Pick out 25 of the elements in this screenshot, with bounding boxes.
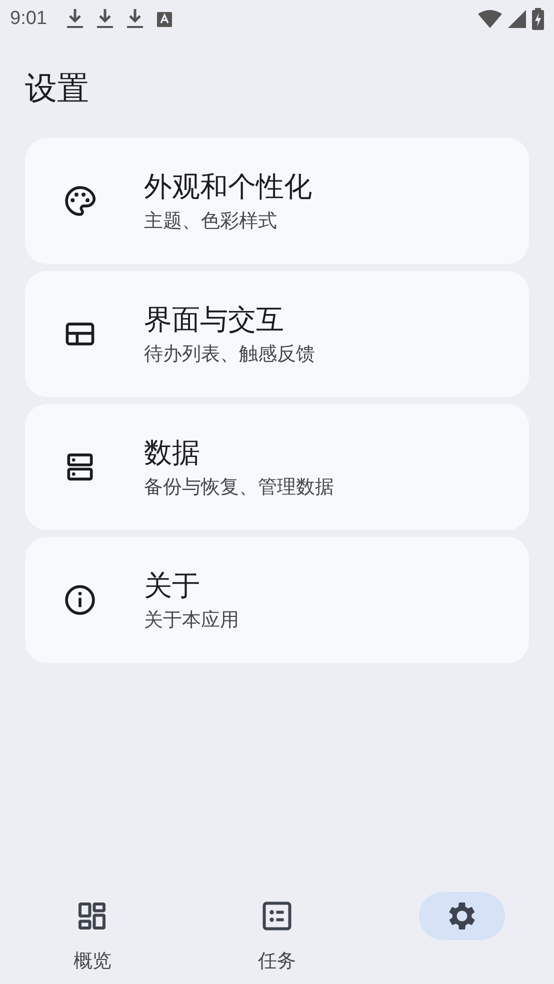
download-icon xyxy=(96,9,113,29)
download-icon xyxy=(66,9,83,29)
item-subtitle: 待办列表、触感反馈 xyxy=(144,342,315,367)
settings-item[interactable]: 界面与交互 待办列表、触感反馈 xyxy=(25,271,529,397)
item-subtitle: 关于本应用 xyxy=(144,608,239,633)
info-icon xyxy=(63,583,97,617)
item-title: 数据 xyxy=(144,435,201,471)
signal-icon xyxy=(508,10,526,28)
item-title: 关于 xyxy=(144,568,201,604)
item-title: 外观和个性化 xyxy=(144,169,312,205)
item-title: 界面与交互 xyxy=(144,302,285,338)
item-subtitle: 备份与恢复、管理数据 xyxy=(144,475,334,500)
app-notification-icon xyxy=(156,12,172,26)
wifi-icon xyxy=(478,10,502,28)
item-subtitle: 主题、色彩样式 xyxy=(144,209,278,234)
settings-item[interactable]: 数据 备份与恢复、管理数据 xyxy=(25,404,529,530)
download-icon xyxy=(126,9,143,29)
nav-tab[interactable]: 任务 xyxy=(184,892,370,974)
palette-icon xyxy=(63,184,97,218)
battery-icon xyxy=(532,8,544,30)
settings-item[interactable]: 外观和个性化 主题、色彩样式 xyxy=(25,138,529,264)
nav-tab[interactable]: 概览 xyxy=(0,892,185,974)
status-time: 9:01 xyxy=(10,6,47,31)
page-title: 设置 xyxy=(25,68,89,109)
settings-item[interactable]: 关于 关于本应用 xyxy=(25,537,529,663)
